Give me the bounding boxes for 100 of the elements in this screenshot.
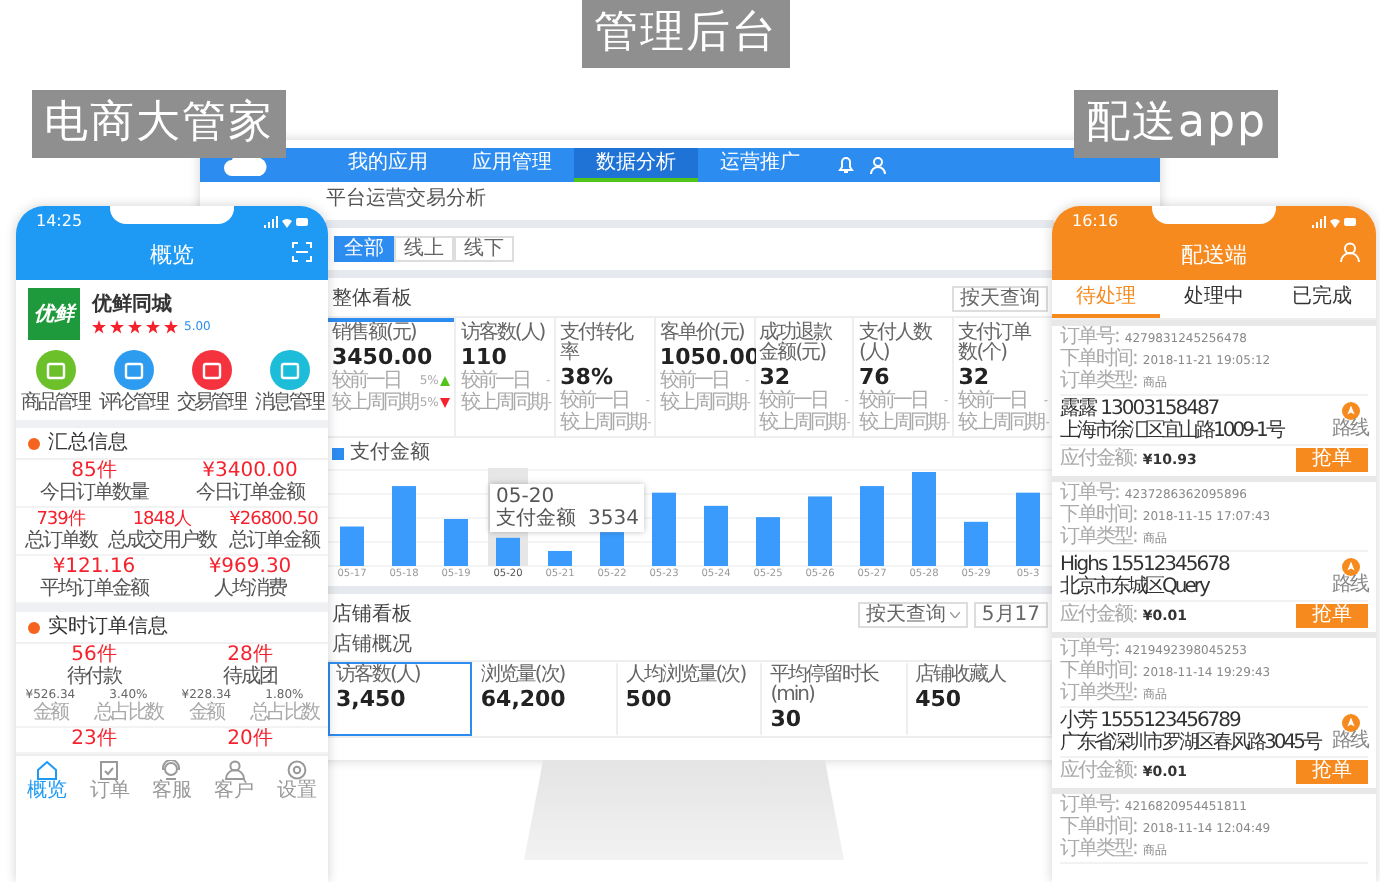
nav-tab[interactable]: 数据分析 — [574, 148, 698, 182]
bar[interactable] — [600, 532, 624, 566]
stat-label: 访客数(人) — [336, 666, 422, 686]
metric-label: 平均订单金额 — [40, 578, 148, 600]
query-select[interactable]: 按天查询 — [857, 602, 968, 628]
route-button[interactable]: 路线 — [1332, 557, 1368, 595]
channel-tab[interactable]: 全部 — [334, 236, 394, 262]
status-time: 16:16 — [1072, 210, 1119, 232]
kpi-label: 成功退款金额(元) — [759, 324, 834, 364]
clipboard-icon — [98, 760, 121, 780]
trend-down-icon — [440, 398, 451, 408]
field-label: 订单号: — [1060, 328, 1119, 348]
metric-label: 总成交用户数 — [108, 530, 217, 552]
field-label: 订单类型: — [1060, 840, 1137, 860]
amount-label: 金额 — [189, 704, 224, 724]
shortcut-button[interactable]: 评论管理 — [99, 350, 167, 414]
status-icons — [1312, 215, 1356, 227]
shortcut-button[interactable]: 商品管理 — [21, 350, 89, 414]
comparison-label: 较前一日 — [659, 370, 728, 392]
tooltip-value: 3534 — [588, 508, 639, 530]
metric-value: ¥3400.00 — [202, 462, 298, 482]
field-label: 下单时间: — [1060, 662, 1137, 682]
tab-bar-item[interactable]: 概览 — [27, 760, 68, 802]
order-count: 56件 — [71, 646, 117, 666]
tooltip-label: 支付金额 — [496, 508, 576, 530]
nav-tab[interactable]: 应用管理 — [450, 148, 574, 182]
amount-label: 应付金额: — [1060, 604, 1137, 628]
legend-label: 支付金额 — [350, 442, 430, 464]
kpi-value: 32 — [958, 364, 992, 390]
ratio-label: 总占比数 — [94, 704, 163, 724]
contact-name-phone: 小芳 1555123456789 — [1060, 710, 1243, 732]
stat-card[interactable]: 访客数(人) 3,450 — [328, 662, 473, 736]
field-label: 订单号: — [1060, 796, 1119, 816]
person-icon — [223, 760, 246, 780]
channel-tab[interactable]: 线上 — [394, 236, 454, 262]
delivery-address: 广东省深圳市罗湖区春风路3045号 — [1060, 732, 1323, 754]
subsection-title: 店铺概况 — [330, 632, 414, 660]
cloud-logo-icon — [220, 153, 272, 177]
status-tab[interactable]: 已完成 — [1268, 280, 1376, 318]
metric-label: 今日订单数量 — [40, 482, 148, 504]
shortcut-button[interactable]: 交易管理 — [177, 350, 245, 414]
route-button[interactable]: 路线 — [1332, 713, 1368, 751]
bell-icon[interactable] — [838, 156, 854, 174]
bar[interactable] — [496, 537, 520, 566]
scan-icon[interactable] — [292, 242, 312, 262]
field-label: 订单号: — [1060, 484, 1119, 504]
nav-tab[interactable]: 我的应用 — [326, 148, 450, 182]
section-title: 店铺看板 — [332, 603, 412, 627]
metric-label: 总订单金额 — [228, 530, 319, 552]
stat-card[interactable]: 浏览量(次) 64,200 — [472, 662, 618, 736]
star-icon — [164, 320, 178, 334]
kpi-label: 支付转化率 — [560, 324, 636, 364]
status-icons — [264, 215, 308, 227]
bar[interactable] — [964, 521, 988, 566]
legend-swatch — [332, 447, 344, 459]
user-icon[interactable] — [870, 156, 886, 174]
query-button[interactable]: 按天查询 — [952, 286, 1048, 312]
comparison-label: 较前一日 — [958, 390, 1027, 412]
stat-label: 人均浏览量(次) — [625, 666, 748, 686]
stat-value: 30 — [770, 706, 803, 732]
field-label: 订单类型: — [1060, 684, 1137, 704]
caption-banner: 管理后台 — [582, 0, 790, 68]
amount-label: 应付金额: — [1060, 760, 1137, 784]
user-icon[interactable] — [1340, 242, 1360, 262]
metric-value: ¥26800.50 — [229, 510, 318, 530]
date-field[interactable]: 5月17 — [973, 602, 1048, 628]
comparison-label: 较上周同期 — [460, 392, 546, 414]
star-icon — [110, 320, 124, 334]
page-title: 平台运营交易分析 — [326, 186, 488, 212]
stat-label: 店铺收藏人 — [915, 666, 1008, 686]
stat-label: 浏览量(次) — [480, 666, 567, 686]
comparison-label: 较上周同期 — [958, 412, 1044, 434]
route-button[interactable]: 路线 — [1332, 401, 1368, 439]
shortcut-button[interactable]: 消息管理 — [255, 350, 323, 414]
metric-value: 1848人 — [132, 510, 192, 530]
channel-tab[interactable]: 线下 — [454, 236, 514, 262]
bar[interactable] — [340, 526, 364, 566]
nav-tab[interactable]: 运营推广 — [698, 148, 822, 182]
stat-card[interactable]: 人均浏览量(次) 500 — [617, 662, 763, 736]
bar[interactable] — [548, 550, 572, 566]
caption-banner: 配送app — [1074, 90, 1279, 158]
stat-label: 平均停留时长(min) — [770, 666, 881, 706]
home-icon — [36, 760, 59, 780]
stat-card[interactable]: 平均停留时长(min) 30 — [762, 662, 908, 736]
status-tab[interactable]: 处理中 — [1160, 280, 1268, 318]
section-dot-icon — [28, 621, 40, 633]
metric-value: 85件 — [71, 462, 117, 482]
kpi-value: 32 — [759, 364, 792, 390]
metric-label: 今日订单金额 — [196, 482, 304, 504]
screen-title: 配送端 — [1181, 242, 1247, 268]
stat-value: 500 — [625, 686, 674, 712]
field-label: 订单类型: — [1060, 528, 1137, 548]
trend-up-icon — [440, 376, 451, 386]
stat-value: 3,450 — [336, 686, 408, 712]
contact-name-phone: 露露 13003158487 — [1060, 398, 1221, 420]
kpi-label: 访客数(人) — [460, 324, 547, 344]
headset-icon — [160, 760, 183, 780]
comparison-label: 较前一日 — [332, 370, 400, 392]
metric-label: 人均消费 — [214, 578, 286, 600]
kpi-label: 销售额(元) — [332, 324, 418, 344]
